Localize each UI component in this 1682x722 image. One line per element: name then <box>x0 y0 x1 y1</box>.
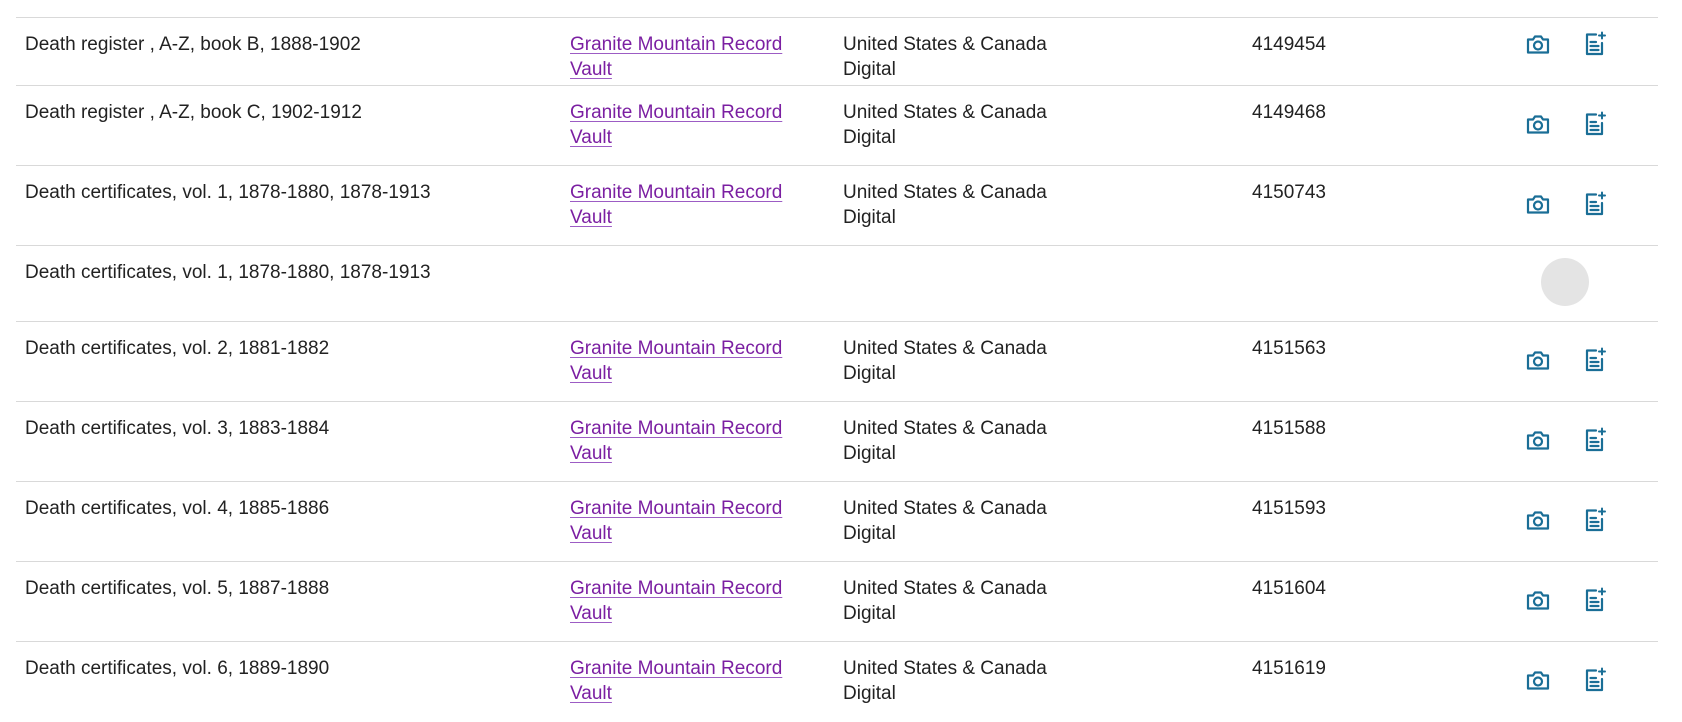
format-cell: United States & Canada Digital <box>843 338 1047 384</box>
camera-icon[interactable] <box>1522 424 1554 456</box>
camera-icon[interactable] <box>1522 504 1554 536</box>
film-number: 4151588 <box>1252 418 1326 439</box>
document-sparkle-icon[interactable] <box>1579 28 1611 60</box>
record-title: Death certificates, vol. 1, 1878-1880, 1… <box>25 182 431 203</box>
repository-link-cell: Granite Mountain Record Vault <box>570 100 810 150</box>
repository-link-cell: Granite Mountain Record Vault <box>570 336 810 386</box>
camera-icon[interactable] <box>1522 584 1554 616</box>
table-row: Death certificates, vol. 6, 1889-1890 Gr… <box>16 642 1658 722</box>
repository-link[interactable]: Granite Mountain Record Vault <box>570 418 782 464</box>
format-cell: United States & Canada Digital <box>843 658 1047 704</box>
record-title: Death certificates, vol. 5, 1887-1888 <box>25 578 330 599</box>
film-number: 4149468 <box>1252 102 1326 123</box>
repository-link[interactable]: Granite Mountain Record Vault <box>570 34 782 80</box>
table-row: Death certificates, vol. 1, 1878-1880, 1… <box>16 166 1658 246</box>
document-sparkle-icon[interactable] <box>1579 188 1611 220</box>
film-number: 4151563 <box>1252 338 1326 359</box>
repository-link[interactable]: Granite Mountain Record Vault <box>570 182 782 228</box>
camera-icon[interactable] <box>1522 108 1554 140</box>
repository-link[interactable]: Granite Mountain Record Vault <box>570 658 782 704</box>
format-cell: United States & Canada Digital <box>843 418 1047 464</box>
record-title: Death certificates, vol. 4, 1885-1886 <box>25 498 330 519</box>
document-sparkle-icon[interactable] <box>1579 504 1611 536</box>
record-title: Death register , A-Z, book C, 1902-1912 <box>25 102 362 123</box>
document-sparkle-icon[interactable] <box>1579 584 1611 616</box>
document-sparkle-icon[interactable] <box>1579 664 1611 696</box>
record-title: Death certificates, vol. 3, 1883-1884 <box>25 418 330 439</box>
table-row: Death register , A-Z, book B, 1888-1902 … <box>16 18 1658 86</box>
repository-link-cell: Granite Mountain Record Vault <box>570 656 810 706</box>
film-number: 4151619 <box>1252 658 1326 679</box>
record-title: Death certificates, vol. 1, 1878-1880, 1… <box>25 262 431 283</box>
repository-link-cell: Granite Mountain Record Vault <box>570 576 810 626</box>
table-row: Death certificates, vol. 4, 1885-1886 Gr… <box>16 482 1658 562</box>
camera-icon[interactable] <box>1522 344 1554 376</box>
table-row: Death certificates, vol. 3, 1883-1884 Gr… <box>16 402 1658 482</box>
repository-link[interactable]: Granite Mountain Record Vault <box>570 102 782 148</box>
repository-link[interactable]: Granite Mountain Record Vault <box>570 498 782 544</box>
camera-icon[interactable] <box>1522 28 1554 60</box>
camera-icon[interactable] <box>1522 188 1554 220</box>
repository-link-cell: Granite Mountain Record Vault <box>570 496 810 546</box>
format-cell: United States & Canada Digital <box>843 578 1047 624</box>
camera-icon[interactable] <box>1522 664 1554 696</box>
repository-link[interactable]: Granite Mountain Record Vault <box>570 578 782 624</box>
format-cell: United States & Canada Digital <box>843 34 1047 80</box>
format-cell: United States & Canada Digital <box>843 498 1047 544</box>
film-number: 4150743 <box>1252 182 1326 203</box>
repository-link-cell: Granite Mountain Record Vault <box>570 416 810 466</box>
record-title: Death certificates, vol. 2, 1881-1882 <box>25 338 330 359</box>
record-title: Death register , A-Z, book B, 1888-1902 <box>25 34 361 55</box>
document-sparkle-icon[interactable] <box>1579 108 1611 140</box>
document-sparkle-icon[interactable] <box>1579 344 1611 376</box>
table-row: Death register , A-Z, book C, 1902-1912 … <box>16 86 1658 166</box>
repository-link-cell: Granite Mountain Record Vault <box>570 180 810 230</box>
film-number: 4151593 <box>1252 498 1326 519</box>
repository-link[interactable]: Granite Mountain Record Vault <box>570 338 782 384</box>
table-row: Death certificates, vol. 1, 1878-1880, 1… <box>16 246 1658 322</box>
table-row: Death certificates, vol. 2, 1881-1882 Gr… <box>16 322 1658 402</box>
table-row: Death certificates, vol. 5, 1887-1888 Gr… <box>16 562 1658 642</box>
format-cell: United States & Canada Digital <box>843 102 1047 148</box>
format-cell: United States & Canada Digital <box>843 182 1047 228</box>
film-number: 4151604 <box>1252 578 1326 599</box>
record-title: Death certificates, vol. 6, 1889-1890 <box>25 658 330 679</box>
repository-link-cell: Granite Mountain Record Vault <box>570 32 810 82</box>
document-sparkle-icon[interactable] <box>1579 424 1611 456</box>
loading-spinner <box>1541 258 1589 306</box>
film-number: 4149454 <box>1252 34 1326 55</box>
